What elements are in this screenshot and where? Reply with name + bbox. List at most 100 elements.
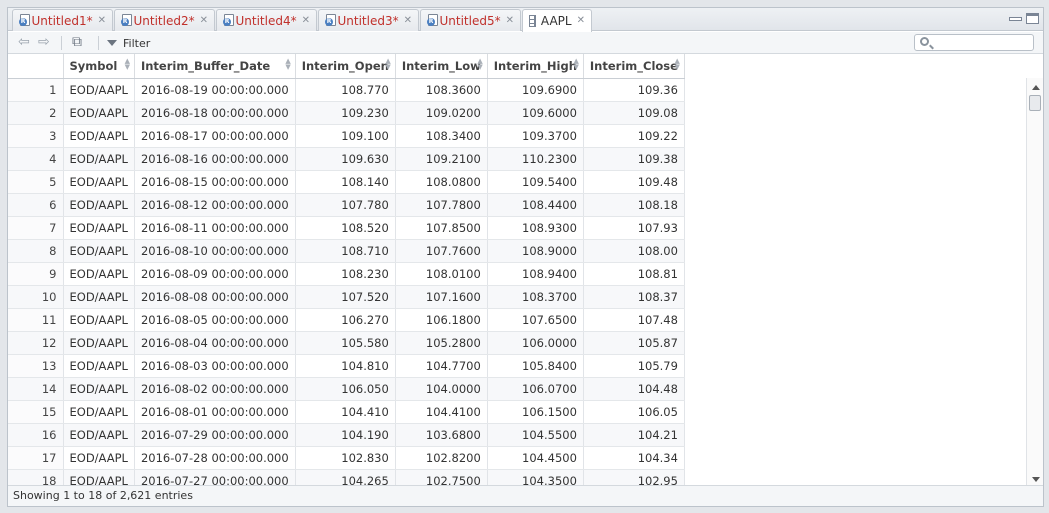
open-cell: 108.140 xyxy=(295,170,396,194)
date-cell: 2016-08-04 00:00:00.000 xyxy=(134,331,296,355)
low-cell: 108.0100 xyxy=(395,262,488,286)
date-cell: 2016-08-19 00:00:00.000 xyxy=(134,78,296,102)
tab-label: Untitled5* xyxy=(439,13,501,28)
open-cell: 105.580 xyxy=(295,331,396,355)
close-icon[interactable]: ✕ xyxy=(577,16,585,26)
date-cell: 2016-08-09 00:00:00.000 xyxy=(134,262,296,286)
data-grid-icon xyxy=(529,15,536,27)
table-row: 6 EOD/AAPL 2016-08-12 00:00:00.000 107.780 1… xyxy=(8,193,685,217)
tab-untitled5[interactable]: R Untitled5* ✕ xyxy=(420,9,521,31)
forward-arrow-icon[interactable]: ⇨ xyxy=(38,35,50,50)
header-row: Symbol ▲ ▼ Interim_Buffer_Date ▲ ▼ Interim_O… xyxy=(8,54,685,79)
open-cell: 109.100 xyxy=(295,124,396,148)
tab-label: Untitled1* xyxy=(31,13,93,28)
tab-label: AAPL xyxy=(540,14,572,28)
open-cell: 107.520 xyxy=(295,285,396,309)
close-cell: 104.21 xyxy=(583,423,685,447)
row-number-cell: 12 xyxy=(8,331,64,355)
column-header-symbol[interactable]: Symbol ▲ ▼ xyxy=(63,54,135,79)
date-cell: 2016-08-10 00:00:00.000 xyxy=(134,239,296,263)
search-input[interactable] xyxy=(933,36,1029,49)
sort-icon: ▲ ▼ xyxy=(385,57,391,71)
low-cell: 105.2800 xyxy=(395,331,488,355)
low-cell: 106.1800 xyxy=(395,308,488,332)
table-row: 4 EOD/AAPL 2016-08-16 00:00:00.000 109.630 1… xyxy=(8,147,685,171)
low-cell: 103.6800 xyxy=(395,423,488,447)
row-number-cell: 7 xyxy=(8,216,64,240)
date-cell: 2016-08-15 00:00:00.000 xyxy=(134,170,296,194)
close-cell: 109.22 xyxy=(583,124,685,148)
high-cell: 106.0000 xyxy=(487,331,584,355)
close-icon[interactable]: ✕ xyxy=(302,15,310,26)
open-cell: 104.810 xyxy=(295,354,396,378)
filter-button[interactable]: Filter xyxy=(107,35,150,51)
close-icon[interactable]: ✕ xyxy=(404,15,412,26)
minimize-pane-icon[interactable] xyxy=(1009,17,1022,21)
table-row: 9 EOD/AAPL 2016-08-09 00:00:00.000 108.230 1… xyxy=(8,262,685,286)
tab-untitled3[interactable]: R Untitled3* ✕ xyxy=(318,9,419,31)
low-cell: 104.4100 xyxy=(395,400,488,424)
symbol-cell: EOD/AAPL xyxy=(63,101,135,125)
maximize-pane-icon[interactable] xyxy=(1026,13,1039,24)
scroll-thumb[interactable] xyxy=(1029,95,1041,111)
column-header-open[interactable]: Interim_Open ▲ ▼ xyxy=(295,54,396,79)
date-cell: 2016-08-02 00:00:00.000 xyxy=(134,377,296,401)
symbol-cell: EOD/AAPL xyxy=(63,400,135,424)
row-number-cell: 13 xyxy=(8,354,64,378)
row-number-cell: 17 xyxy=(8,446,64,470)
show-in-window-icon[interactable]: ⧉ xyxy=(72,35,82,50)
sort-icon: ▲ ▼ xyxy=(573,57,579,71)
high-cell: 104.4500 xyxy=(487,446,584,470)
close-cell: 109.08 xyxy=(583,101,685,125)
filter-label: Filter xyxy=(123,36,151,50)
table-row: 13 EOD/AAPL 2016-08-03 00:00:00.000 104.810… xyxy=(8,354,685,378)
table-row: 16 EOD/AAPL 2016-07-29 00:00:00.000 104.190… xyxy=(8,423,685,447)
table-row: 17 EOD/AAPL 2016-07-28 00:00:00.000 102.830… xyxy=(8,446,685,470)
symbol-cell: EOD/AAPL xyxy=(63,423,135,447)
tab-untitled4[interactable]: R Untitled4* ✕ xyxy=(216,9,317,31)
close-icon[interactable]: ✕ xyxy=(200,15,208,26)
low-cell: 108.0800 xyxy=(395,170,488,194)
close-icon[interactable]: ✕ xyxy=(506,15,514,26)
tab-untitled1[interactable]: R Untitled1* ✕ xyxy=(12,9,113,31)
column-header-low[interactable]: Interim_Low ▲ ▼ xyxy=(395,54,488,79)
column-header-high[interactable]: Interim_High ▲ ▼ xyxy=(487,54,584,79)
open-cell: 108.230 xyxy=(295,262,396,286)
close-cell: 106.05 xyxy=(583,400,685,424)
scroll-down-icon[interactable] xyxy=(1032,477,1040,482)
symbol-cell: EOD/AAPL xyxy=(63,78,135,102)
tab-bar: R Untitled1* ✕ R Untitled2* ✕ R Untitled… xyxy=(8,8,1043,32)
low-cell: 108.3600 xyxy=(395,78,488,102)
high-cell: 108.9300 xyxy=(487,216,584,240)
filter-icon xyxy=(107,40,117,46)
open-cell: 106.050 xyxy=(295,377,396,401)
row-number-cell: 16 xyxy=(8,423,64,447)
symbol-cell: EOD/AAPL xyxy=(63,354,135,378)
column-header-date[interactable]: Interim_Buffer_Date ▲ ▼ xyxy=(134,54,296,79)
low-cell: 107.7600 xyxy=(395,239,488,263)
open-cell: 109.230 xyxy=(295,101,396,125)
row-number-cell: 14 xyxy=(8,377,64,401)
column-header-rownum xyxy=(8,54,64,79)
table-row: 14 EOD/AAPL 2016-08-02 00:00:00.000 106.050… xyxy=(8,377,685,401)
back-arrow-icon[interactable]: ⇦ xyxy=(18,35,30,50)
symbol-cell: EOD/AAPL xyxy=(63,193,135,217)
search-box[interactable] xyxy=(914,34,1034,51)
row-number-cell: 8 xyxy=(8,239,64,263)
date-cell: 2016-08-05 00:00:00.000 xyxy=(134,308,296,332)
tab-label: Untitled3* xyxy=(337,13,399,28)
tab-untitled2[interactable]: R Untitled2* ✕ xyxy=(114,9,215,31)
table-row: 2 EOD/AAPL 2016-08-18 00:00:00.000 109.230 1… xyxy=(8,101,685,125)
toolbar-divider xyxy=(61,36,62,50)
close-icon[interactable]: ✕ xyxy=(98,15,106,26)
table-row: 7 EOD/AAPL 2016-08-11 00:00:00.000 108.520 1… xyxy=(8,216,685,240)
scroll-up-icon[interactable] xyxy=(1032,85,1040,90)
tab-aapl[interactable]: AAPL ✕ xyxy=(522,9,592,32)
close-cell: 109.38 xyxy=(583,147,685,171)
status-bar: Showing 1 to 18 of 2,621 entries xyxy=(8,485,1043,506)
high-cell: 107.6500 xyxy=(487,308,584,332)
column-header-close[interactable]: Interim_Close ▲ ▼ xyxy=(583,54,685,79)
row-number-cell: 9 xyxy=(8,262,64,286)
vertical-scrollbar[interactable] xyxy=(1026,78,1043,487)
close-cell: 108.00 xyxy=(583,239,685,263)
